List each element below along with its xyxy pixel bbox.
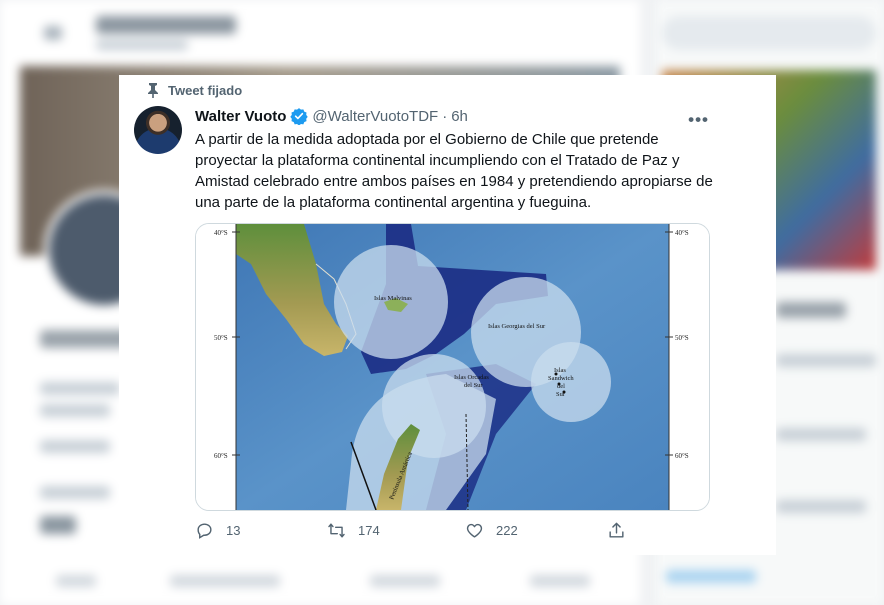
pinned-tweet-card[interactable]: Tweet fijado Walter Vuoto @WalterVuotoTD… [119,75,776,555]
more-options-icon[interactable]: ••• [688,110,709,130]
background-profile-name [96,16,236,34]
retweet-button[interactable]: 174 [327,521,380,540]
heart-icon [466,523,483,538]
map-image: 40°S 50°S 60°S 40°S 50°S 60°S Islas Malv… [196,224,709,510]
label-malvinas: Islas Malvinas [374,295,412,302]
retweet-count: 174 [358,523,380,538]
lat-label-left-60: 60°S [214,452,228,460]
author-handle[interactable]: @WalterVuotoTDF [312,108,438,125]
tweet-header: Walter Vuoto @WalterVuotoTDF · 6h [195,107,468,125]
lat-label-right-50: 50°S [675,334,689,342]
background-line [776,354,876,367]
reply-button[interactable]: 13 [195,521,240,540]
retweet-icon [328,523,345,538]
author-name[interactable]: Walter Vuoto [195,108,286,125]
tweet-timestamp[interactable]: 6h [451,108,468,125]
reply-icon [197,523,212,539]
background-line [40,486,110,499]
background-line [776,500,866,513]
label-sandwich-4: Sur [556,391,566,398]
background-line [40,404,110,417]
verified-badge-icon [290,108,309,125]
label-sandwich-2: Sandwich [548,375,574,382]
separator-dot: · [442,107,448,125]
label-orcadas-2: del Sur [464,382,483,389]
reply-count: 13 [226,523,241,538]
share-button[interactable] [607,521,638,540]
background-back-arrow [44,26,62,40]
background-line [776,302,846,318]
lat-label-left-50: 50°S [214,334,228,342]
tweet-actions: 13 174 222 [195,521,635,545]
background-line [40,440,110,453]
lat-label-right-40: 40°S [675,229,689,237]
label-georgias: Islas Georgias del Sur [488,323,546,330]
lat-label-left-40: 40°S [214,229,228,237]
label-orcadas-1: Islas Orcadas [454,374,489,381]
background-line [40,330,130,348]
pinned-indicator: Tweet fijado [148,83,243,98]
background-search [662,16,876,50]
like-button[interactable]: 222 [465,521,518,540]
background-line [40,516,76,534]
pinned-label: Tweet fijado [168,83,243,98]
tweet-text: A partir de la medida adoptada por el Go… [195,131,713,211]
lat-label-right-60: 60°S [675,452,689,460]
share-icon [609,522,624,538]
tweet-media-map[interactable]: 40°S 50°S 60°S 40°S 50°S 60°S Islas Malv… [195,223,710,511]
background-tweet-count [96,40,188,50]
background-line [776,428,866,441]
background-tabs [40,575,600,589]
background-line [666,570,756,583]
label-sandwich-1: Islas [554,367,566,374]
pin-icon [148,83,158,98]
label-sandwich-3: del [557,383,565,390]
background-line [40,382,120,395]
like-count: 222 [496,523,518,538]
avatar[interactable] [134,106,182,154]
